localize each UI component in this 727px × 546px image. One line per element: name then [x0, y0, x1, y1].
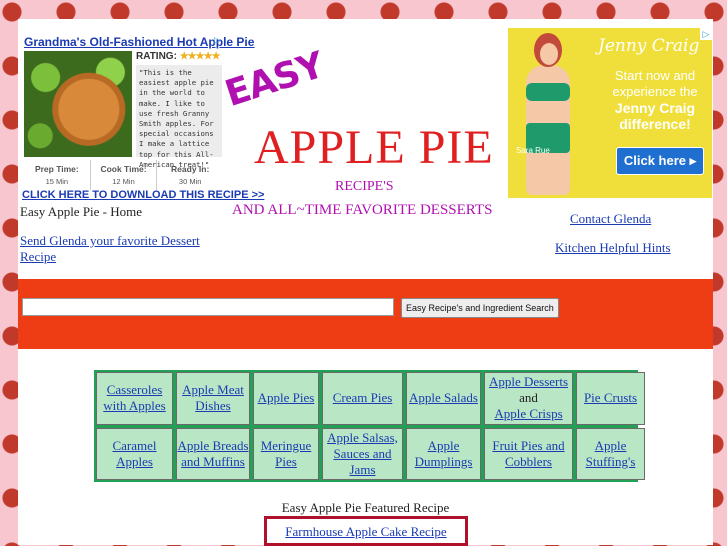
category-casseroles-link[interactable]: Casseroles with Apples	[97, 382, 172, 414]
ad-copy-line3: Jenny Craig	[614, 100, 696, 116]
apple-pie-image[interactable]	[24, 51, 132, 157]
prep-time-label: Prep Time:	[34, 164, 79, 174]
recipe-ad[interactable]: Grandma's Old-Fashioned Hot Apple Pie ▷ …	[22, 33, 264, 201]
model-name: Sara Rue	[516, 146, 550, 155]
search-band: Easy Recipe's and Ingredient Search	[18, 279, 713, 349]
home-link-text[interactable]: Easy Apple Pie - Home	[20, 204, 142, 220]
category-cell: Meringue Pies	[253, 427, 319, 480]
contact-glenda-link[interactable]: Contact Glenda	[570, 211, 651, 227]
category-apple-pies-link[interactable]: Apple Pies	[258, 390, 315, 406]
category-cell: Casseroles with Apples	[96, 372, 173, 425]
site-logo: EASY APPLE PIE RECIPE'S AND ALL~TIME FAV…	[220, 45, 520, 224]
category-cell: Apple Stuffing's	[576, 427, 645, 480]
jenny-craig-ad[interactable]: Jenny Craig Start now and experience the…	[508, 28, 712, 198]
ad-copy-line4: difference!	[619, 116, 691, 132]
category-apple-salads-link[interactable]: Apple Salads	[409, 390, 478, 406]
category-pie-crusts-link[interactable]: Pie Crusts	[584, 390, 637, 406]
send-recipe-link[interactable]: Send Glenda your favorite Dessert Recipe	[20, 233, 220, 265]
cook-time-value: 12 Min	[112, 177, 135, 186]
adchoices-icon[interactable]: ▷	[700, 28, 712, 40]
recipe-times: Prep Time: 15 Min Cook Time: 12 Min Read…	[24, 160, 223, 190]
category-caramel-apples-link[interactable]: Caramel Apples	[97, 438, 172, 470]
category-cream-pies-link[interactable]: Cream Pies	[333, 390, 393, 406]
ad-brand: Jenny Craig	[598, 36, 700, 56]
page-container: Grandma's Old-Fashioned Hot Apple Pie ▷ …	[18, 19, 713, 546]
logo-recipes: RECIPE'S	[335, 179, 394, 194]
category-cell: Fruit Pies and Cobblers	[484, 427, 573, 480]
ad-copy-line2: experience the	[612, 84, 698, 99]
kitchen-hints-link[interactable]: Kitchen Helpful Hints	[555, 240, 671, 256]
rating-label: RATING:	[136, 51, 177, 62]
category-cell: Apple Breads and Muffins	[176, 427, 250, 480]
download-recipe-link[interactable]: CLICK HERE TO DOWNLOAD THIS RECIPE >>	[22, 189, 264, 201]
cook-time: Cook Time: 12 Min	[91, 160, 158, 190]
featured-recipe-link[interactable]: Farmhouse Apple Cake Recipe	[285, 524, 446, 540]
logo-tagline: AND ALL~TIME FAVORITE DESSERTS	[232, 202, 493, 218]
category-cell: Pie Crusts	[576, 372, 645, 425]
category-cell: Apple Salsas, Sauces and Jams	[322, 427, 403, 480]
category-cell: Cream Pies	[322, 372, 403, 425]
featured-recipe-title: Easy Apple Pie Featured Recipe	[281, 500, 450, 515]
ad-copy-line1: Start now and	[614, 68, 696, 83]
category-meringue-pies-link[interactable]: Meringue Pies	[254, 438, 318, 470]
ready-time-label: Ready In:	[171, 164, 210, 174]
category-stuffings-link[interactable]: Apple Stuffing's	[577, 438, 644, 470]
search-input[interactable]	[22, 298, 394, 316]
ready-time-value: 30 Min	[178, 177, 202, 186]
category-table: Casseroles with Apples Apple Meat Dishes…	[94, 370, 645, 482]
logo-easy: EASY	[220, 44, 329, 115]
star-rating-icon: ★★★★★	[179, 51, 221, 62]
search-button[interactable]: Easy Recipe's and Ingredient Search	[401, 298, 559, 318]
category-apple-crisps-link[interactable]: Apple Crisps	[494, 406, 562, 422]
category-fruit-pies-link[interactable]: Fruit Pies and Cobblers	[485, 438, 572, 470]
category-salsas-sauces-link[interactable]: Apple Salsas, Sauces and Jams	[323, 430, 402, 478]
category-dumplings-link[interactable]: Apple Dumplings	[407, 438, 480, 470]
category-cell: Apple Pies	[253, 372, 319, 425]
category-cell: Apple Salads	[406, 372, 481, 425]
category-cell: Apple Meat Dishes	[176, 372, 250, 425]
category-breads-muffins-link[interactable]: Apple Breads and Muffins	[177, 438, 249, 470]
ready-time: Ready In: 30 Min	[157, 160, 223, 190]
ad-quote: "This is the easiest apple pie in the wo…	[136, 65, 222, 169]
category-apple-desserts-link[interactable]: Apple Desserts	[489, 374, 568, 390]
adchoices-icon[interactable]: ▷	[214, 35, 223, 45]
cook-time-label: Cook Time:	[100, 164, 147, 174]
ad-click-here-button[interactable]: Click here ▸	[616, 147, 704, 175]
featured-recipe-box: Farmhouse Apple Cake Recipe	[264, 516, 468, 546]
category-cell: Apple Desserts and Apple Crisps	[484, 372, 573, 425]
category-cell: Apple Dumplings	[406, 427, 481, 480]
category-meat-dishes-link[interactable]: Apple Meat Dishes	[177, 382, 249, 414]
rating: RATING: ★★★★★	[136, 51, 221, 62]
prep-time: Prep Time: 15 Min	[24, 160, 91, 190]
category-cell: Caramel Apples	[96, 427, 173, 480]
model-image	[518, 33, 578, 198]
prep-time-value: 15 Min	[45, 177, 69, 186]
and-text: and	[519, 390, 538, 406]
ad-copy: Start now and experience the Jenny Craig…	[604, 68, 706, 132]
logo-apple-pie: APPLE PIE	[254, 121, 494, 174]
